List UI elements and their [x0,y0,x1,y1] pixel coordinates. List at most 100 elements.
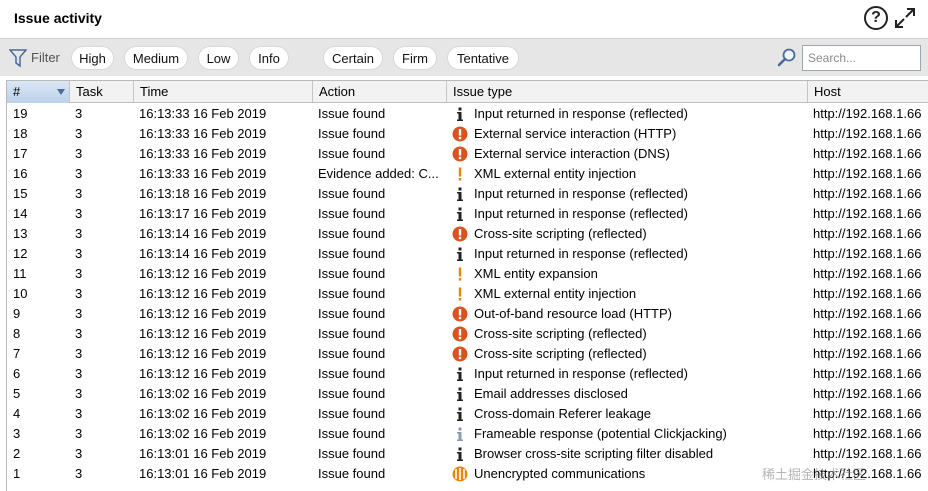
filter-info-button[interactable]: Info [249,46,289,70]
info-icon [452,406,468,422]
cell-action: Issue found [318,186,386,201]
tentative-icon [452,166,468,182]
table-row[interactable]: 10 3 16:13:12 16 Feb 2019 Issue found XML ex… [7,284,928,304]
column-header-host[interactable]: Host [808,81,928,103]
cell-number: 17 [13,146,28,161]
table-row[interactable]: 16 3 16:13:33 16 Feb 2019 Evidence added: C… [7,164,928,184]
cell-host: http://192.168.1.66 [813,166,922,181]
cell-time: 16:13:33 16 Feb 2019 [139,126,267,141]
table-row[interactable]: 5 3 16:13:02 16 Feb 2019 Issue found Email a… [7,384,928,404]
table-row[interactable]: 11 3 16:13:12 16 Feb 2019 Issue found XML en… [7,264,928,284]
issue-type-label: Input returned in response (reflected) [474,106,688,121]
cell-number: 3 [13,426,21,441]
issue-type-label: Input returned in response (reflected) [474,186,688,201]
info-icon [452,386,468,402]
cell-task: 3 [75,246,83,261]
issue-type-label: External service interaction (HTTP) [474,126,677,141]
cell-number: 15 [13,186,28,201]
panel-title: Issue activity [14,10,102,26]
table-row[interactable]: 18 3 16:13:33 16 Feb 2019 Issue found Extern… [7,124,928,144]
cell-issue-type: Input returned in response (reflected) [452,184,807,204]
cell-host: http://192.168.1.66 [813,186,922,201]
cell-number: 18 [13,126,28,141]
column-header-issue-type[interactable]: Issue type [447,81,808,103]
cell-time: 16:13:12 16 Feb 2019 [139,266,267,281]
info-icon [452,106,468,122]
filter-medium-button[interactable]: Medium [124,46,188,70]
search-input[interactable] [802,45,921,71]
cell-issue-type: XML entity expansion [452,264,807,284]
table-row[interactable]: 4 3 16:13:02 16 Feb 2019 Issue found Cross-d… [7,404,928,424]
column-header-action[interactable]: Action [313,81,447,103]
cell-issue-type: Frameable response (potential Clickjacki… [452,424,807,444]
table-row[interactable]: 14 3 16:13:17 16 Feb 2019 Issue found Input … [7,204,928,224]
cell-issue-type: XML external entity injection [452,164,807,184]
cell-action: Issue found [318,346,386,361]
filter-firm-button[interactable]: Firm [393,46,437,70]
filter-label[interactable]: Filter [31,50,60,65]
cell-host: http://192.168.1.66 [813,106,922,121]
medium-severity-icon [452,466,468,482]
issue-type-label: External service interaction (DNS) [474,146,670,161]
cell-host: http://192.168.1.66 [813,126,922,141]
cell-host: http://192.168.1.66 [813,226,922,241]
cell-number: 8 [13,326,21,341]
table-row[interactable]: 6 3 16:13:12 16 Feb 2019 Issue found Input r… [7,364,928,384]
filter-tentative-button[interactable]: Tentative [447,46,519,70]
cell-time: 16:13:14 16 Feb 2019 [139,226,267,241]
cell-host: http://192.168.1.66 [813,446,922,461]
column-header-time[interactable]: Time [134,81,313,103]
expand-icon[interactable] [893,6,917,30]
cell-action: Issue found [318,106,386,121]
issue-type-label: XML external entity injection [474,286,637,301]
filter-certain-button[interactable]: Certain [323,46,383,70]
cell-action: Issue found [318,146,386,161]
tentative-icon [452,286,468,302]
cell-number: 11 [13,266,27,281]
table-row[interactable]: 9 3 16:13:12 16 Feb 2019 Issue found Out-of-… [7,304,928,324]
cell-issue-type: Browser cross-site scripting filter disa… [452,444,807,464]
table-row[interactable]: 19 3 16:13:33 16 Feb 2019 Issue found Input … [7,104,928,124]
cell-task: 3 [75,326,83,341]
table-row[interactable]: 12 3 16:13:14 16 Feb 2019 Issue found Input … [7,244,928,264]
table-row[interactable]: 17 3 16:13:33 16 Feb 2019 Issue found Extern… [7,144,928,164]
issue-type-label: Cross-site scripting (reflected) [474,346,647,361]
help-icon[interactable]: ? [864,6,888,30]
cell-issue-type: XML external entity injection [452,284,807,304]
column-header-number[interactable]: # [7,81,70,103]
high-severity-icon [452,346,468,362]
cell-task: 3 [75,366,83,381]
cell-action: Issue found [318,406,386,421]
search-icon[interactable] [776,47,798,69]
issue-type-label: XML external entity injection [474,166,637,181]
cell-number: 1 [13,466,21,481]
column-header-task[interactable]: Task [70,81,134,103]
issue-type-label: XML entity expansion [474,266,598,281]
filter-high-button[interactable]: High [71,46,114,70]
table-row[interactable]: 7 3 16:13:12 16 Feb 2019 Issue found Cross-s… [7,344,928,364]
high-severity-icon [452,326,468,342]
table-row[interactable]: 8 3 16:13:12 16 Feb 2019 Issue found Cross-s… [7,324,928,344]
filter-low-button[interactable]: Low [198,46,239,70]
table-row[interactable]: 13 3 16:13:14 16 Feb 2019 Issue found Cross-… [7,224,928,244]
filter-icon[interactable] [9,48,27,68]
table-row[interactable]: 2 3 16:13:01 16 Feb 2019 Issue found Browser… [7,444,928,464]
cell-action: Issue found [318,426,386,441]
cell-host: http://192.168.1.66 [813,366,922,381]
issue-activity-table: # Task Time Action Issue type Host 19 3 16… [6,80,928,491]
cell-issue-type: Cross-site scripting (reflected) [452,224,807,244]
high-severity-icon [452,226,468,242]
cell-number: 12 [13,246,28,261]
cell-number: 16 [13,166,28,181]
cell-time: 16:13:33 16 Feb 2019 [139,106,267,121]
table-row[interactable]: 3 3 16:13:02 16 Feb 2019 Issue found Frameab… [7,424,928,444]
cell-time: 16:13:14 16 Feb 2019 [139,246,267,261]
cell-number: 9 [13,306,21,321]
title-bar: Issue activity ? [0,0,928,38]
table-row[interactable]: 15 3 16:13:18 16 Feb 2019 Issue found Input … [7,184,928,204]
cell-time: 16:13:01 16 Feb 2019 [139,466,267,481]
cell-action: Evidence added: C... [318,166,439,181]
cell-time: 16:13:33 16 Feb 2019 [139,166,267,181]
issue-type-label: Cross-site scripting (reflected) [474,326,647,341]
cell-host: http://192.168.1.66 [813,406,922,421]
